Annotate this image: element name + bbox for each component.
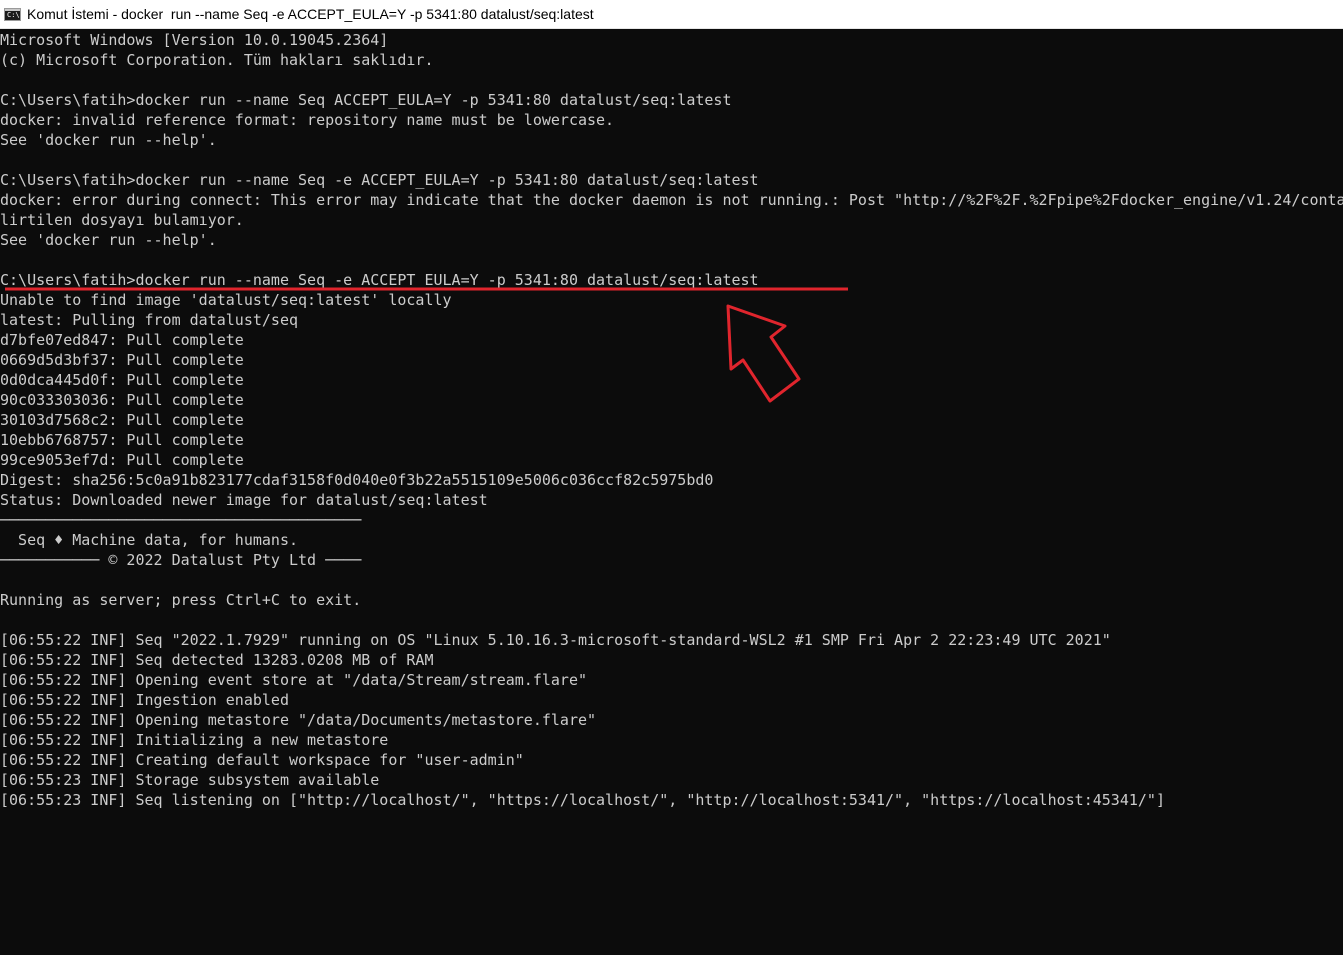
console-line: Unable to find image 'datalust/seq:lates…: [0, 291, 452, 309]
console-line: Status: Downloaded newer image for datal…: [0, 491, 488, 509]
console-line: Digest: sha256:5c0a91b823177cdaf3158f0d0…: [0, 471, 714, 489]
title-bar[interactable]: C:\. Komut İstemi - docker run --name Se…: [0, 0, 1343, 29]
cmd-console-icon: C:\.: [4, 8, 24, 21]
console-line: See 'docker run --help'.: [0, 231, 217, 249]
console-line: 99ce9053ef7d: Pull complete: [0, 451, 244, 469]
console-line: Seq ♦ Machine data, for humans.: [0, 531, 299, 549]
console-line: [06:55:22 INF] Ingestion enabled: [0, 691, 289, 709]
console-line: [06:55:23 INF] Seq listening on ["http:/…: [0, 791, 1165, 809]
console-line: [06:55:22 INF] Opening event store at "/…: [0, 671, 587, 689]
console-line: [06:55:23 INF] Storage subsystem availab…: [0, 771, 380, 789]
console-window: C:\. Komut İstemi - docker run --name Se…: [0, 0, 1343, 955]
console-line: [06:55:22 INF] Initializing a new metast…: [0, 731, 389, 749]
console-line: 30103d7568c2: Pull complete: [0, 411, 244, 429]
console-line: d7bfe07ed847: Pull complete: [0, 331, 244, 349]
console-line: ─────────── © 2022 Datalust Pty Ltd ────: [0, 551, 362, 569]
console-line: Microsoft Windows [Version 10.0.19045.23…: [0, 31, 389, 49]
console-line: [06:55:22 INF] Creating default workspac…: [0, 751, 524, 769]
console-line: 90c033303036: Pull complete: [0, 391, 244, 409]
window-title: Komut İstemi - docker run --name Seq -e …: [27, 6, 594, 22]
console-line: ────────────────────────────────────────: [0, 511, 362, 529]
console-line: C:\Users\fatih>docker run --name Seq ACC…: [0, 91, 732, 109]
console-line: docker: invalid reference format: reposi…: [0, 111, 615, 129]
console-line: 10ebb6768757: Pull complete: [0, 431, 244, 449]
console-line: latest: Pulling from datalust/seq: [0, 311, 299, 329]
console-line: C:\Users\fatih>docker run --name Seq -e …: [0, 171, 759, 189]
console-line: [06:55:22 INF] Seq "2022.1.7929" running…: [0, 631, 1111, 649]
console-line: [06:55:22 INF] Opening metastore "/data/…: [0, 711, 597, 729]
console-line: (c) Microsoft Corporation. Tüm hakları s…: [0, 51, 434, 69]
console-line: 0d0dca445d0f: Pull complete: [0, 371, 244, 389]
console-line: [06:55:22 INF] Seq detected 13283.0208 M…: [0, 651, 434, 669]
console-line: Running as server; press Ctrl+C to exit.: [0, 591, 362, 609]
console-line: lirtilen dosyayı bulamıyor.: [0, 211, 244, 229]
console-line: docker: error during connect: This error…: [0, 191, 1343, 209]
console-line: 0669d5d3bf37: Pull complete: [0, 351, 244, 369]
console-output[interactable]: Microsoft Windows [Version 10.0.19045.23…: [0, 30, 1343, 955]
console-line: See 'docker run --help'.: [0, 131, 217, 149]
console-line: C:\Users\fatih>docker run --name Seq -e …: [0, 271, 759, 289]
